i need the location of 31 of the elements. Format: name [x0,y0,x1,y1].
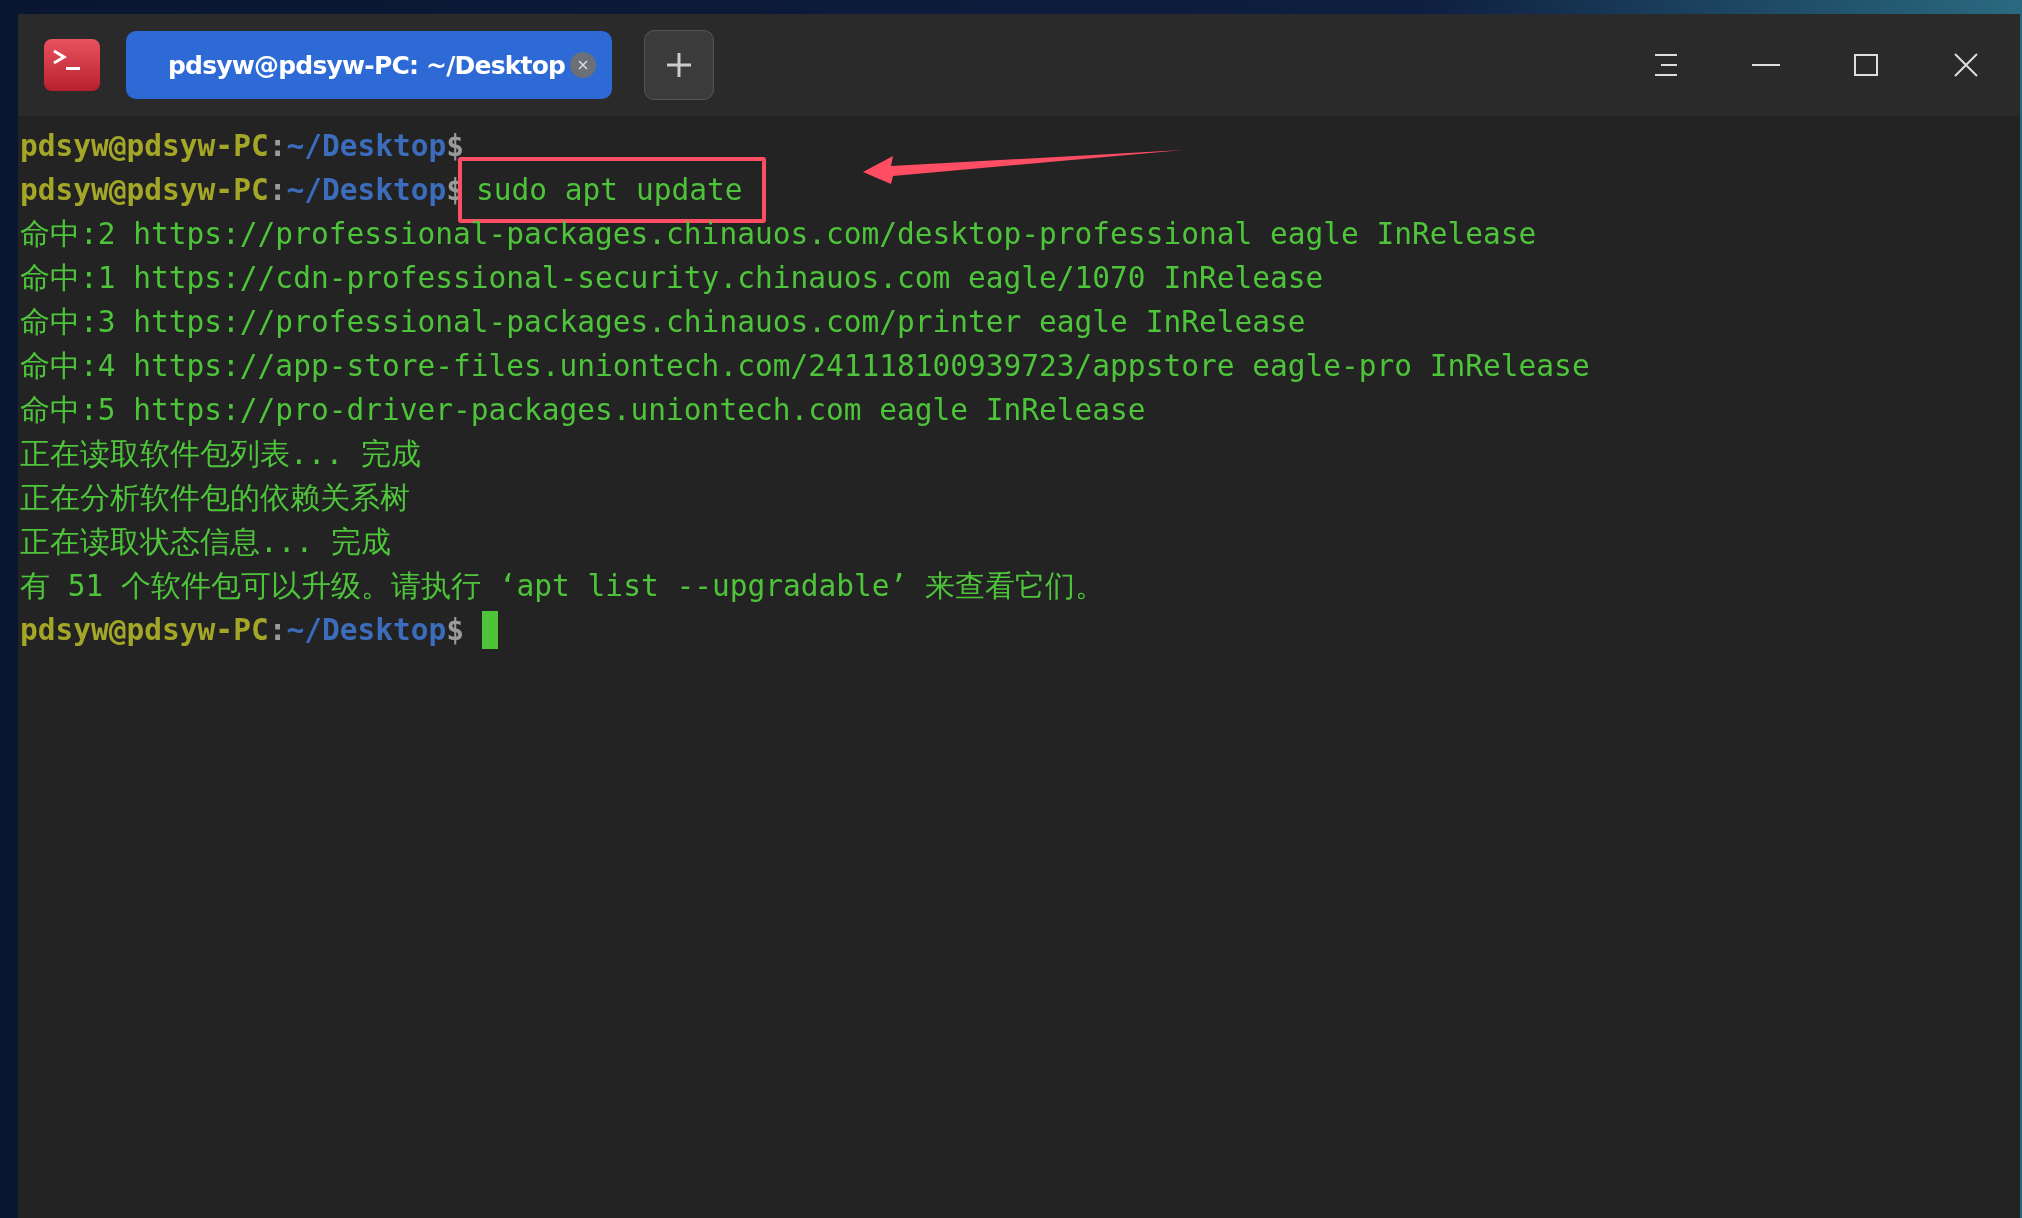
prompt-path: ~/Desktop [286,172,447,209]
prompt-symbol: $ [446,128,465,165]
prompt-separator: : [268,128,287,165]
output-line: 正在读取软件包列表... 完成 [20,436,422,473]
terminal-tab[interactable]: pdsyw@pdsyw-PC: ~/Desktop [126,31,612,99]
tab-title: pdsyw@pdsyw-PC: ~/Desktop [168,50,566,80]
output-line: 正在分析软件包的依赖关系树 [20,480,410,517]
prompt-user: pdsyw@pdsyw-PC [20,172,269,209]
plus-icon [665,51,693,79]
prompt-user: pdsyw@pdsyw-PC [20,128,269,165]
terminal-app-icon [44,39,100,91]
output-line: 命中:3 https://professional-packages.chinauos.com/printer eagle InRelease [20,304,1306,341]
prompt-user: pdsyw@pdsyw-PC [20,612,269,649]
maximize-icon [1854,54,1878,76]
output-line: 有 51 个软件包可以升级。请执行 ‘apt list --upgradable’ 来查看它们。 [20,568,1106,605]
output-line: 命中:5 https://pro-driver-packages.uniontech.com eagle InRelease [20,392,1146,429]
output-line: 命中:1 https://cdn-professional-security.chinauos.com eagle/1070 InRelease [20,260,1324,297]
menu-icon [1653,53,1679,77]
prompt-separator: : [268,612,287,649]
close-tab-icon[interactable] [569,51,598,79]
minimize-icon [1752,63,1780,67]
prompt-separator: : [268,172,287,209]
output-line: 命中:2 https://professional-packages.chinauos.com/desktop-professional eagle InRelease [20,216,1537,253]
prompt-path: ~/Desktop [286,612,447,649]
prompt-path: ~/Desktop [286,128,447,165]
new-tab-button[interactable] [644,30,714,100]
output-line: 命中:4 https://app-store-files.uniontech.com/241118100939723/appstore eagle-pro InRelease [20,348,1590,385]
command-text: sudo apt update [476,172,743,209]
output-line: 正在读取状态信息... 完成 [20,524,392,561]
close-icon [1954,53,1978,77]
prompt-symbol: $ [446,612,465,649]
